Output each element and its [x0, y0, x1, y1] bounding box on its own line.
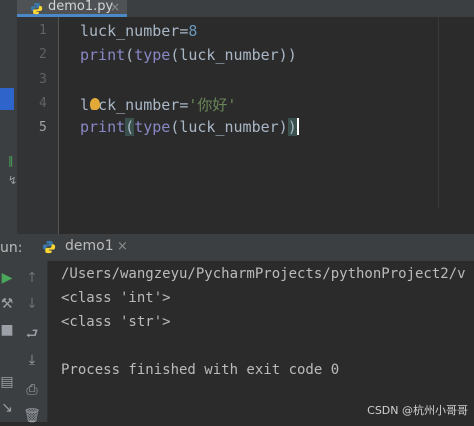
code-builtin: print — [80, 46, 126, 64]
watermark: CSDN @杭州小哥哥 — [367, 404, 468, 417]
run-tab-label[interactable]: demo1 — [65, 238, 114, 254]
code-number: 8 — [188, 22, 198, 40]
code-punct: (luck_number) — [170, 118, 288, 136]
code-line-1[interactable]: luck_number=8 — [80, 22, 197, 40]
lightbulb-icon[interactable] — [90, 98, 100, 110]
line-number-gutter: 1 2 3 4 5 — [17, 17, 59, 234]
left-tool-strip — [0, 0, 17, 234]
arrow-down-icon[interactable]: ↓ — [22, 294, 42, 314]
console-line: <class 'str'> — [61, 314, 171, 330]
close-icon[interactable]: × — [110, 0, 120, 14]
console-output[interactable] — [48, 261, 474, 422]
scroll-to-end-icon[interactable]: ⤓ — [22, 350, 42, 370]
line-number: 3 — [39, 72, 47, 87]
arrow-up-icon[interactable]: ↑ — [22, 268, 42, 288]
code-string: '你好' — [188, 96, 237, 114]
line-number: 1 — [39, 23, 47, 38]
code-variable: luck_number — [80, 22, 180, 40]
soft-wrap-icon[interactable]: ⮐ — [22, 324, 42, 344]
structure-icon[interactable]: ‖ — [8, 154, 14, 167]
text-caret — [296, 118, 299, 135]
wrench-icon[interactable]: ⚒ — [0, 294, 17, 314]
line-number: 2 — [39, 47, 47, 62]
bookmark-icon[interactable]: ↯ — [8, 174, 17, 187]
code-line-5[interactable]: print(type(luck_number)) — [80, 118, 299, 136]
code-builtin: type — [134, 118, 171, 136]
line-number: 4 — [39, 96, 47, 111]
code-builtin: type — [134, 46, 171, 64]
run-icon[interactable]: ▶ — [0, 268, 17, 288]
console-line: /Users/wangzeyu/PycharmProjects/pythonPr… — [61, 266, 466, 282]
layout-icon[interactable]: ▤ — [0, 372, 17, 392]
stop-icon[interactable]: ■ — [0, 320, 17, 340]
trash-icon[interactable]: 🗑 — [22, 406, 42, 426]
code-builtin: print — [80, 118, 126, 136]
python-file-icon — [42, 240, 56, 254]
project-panel-selection-marker — [0, 88, 14, 110]
code-bracket-highlight: ( — [125, 118, 135, 136]
python-file-icon — [30, 2, 43, 15]
code-punct: (luck_number)) — [170, 46, 297, 64]
editor-tab-label: demo1.py — [48, 0, 114, 14]
code-line-4[interactable]: luck_number='你好' — [80, 94, 236, 115]
code-line-2[interactable]: print(type(luck_number)) — [80, 46, 297, 64]
code-bracket-highlight: ) — [287, 118, 297, 136]
print-icon[interactable]: ⎙ — [22, 380, 42, 400]
console-line: <class 'int'> — [61, 290, 171, 306]
code-punct: ( — [125, 46, 135, 64]
line-number: 5 — [39, 120, 47, 135]
run-panel-label: un: — [0, 240, 23, 256]
console-line: Process finished with exit code 0 — [61, 362, 340, 378]
close-icon[interactable]: × — [117, 239, 128, 254]
right-margin-guide — [438, 17, 439, 208]
pin-icon[interactable]: ↘ — [0, 398, 17, 418]
